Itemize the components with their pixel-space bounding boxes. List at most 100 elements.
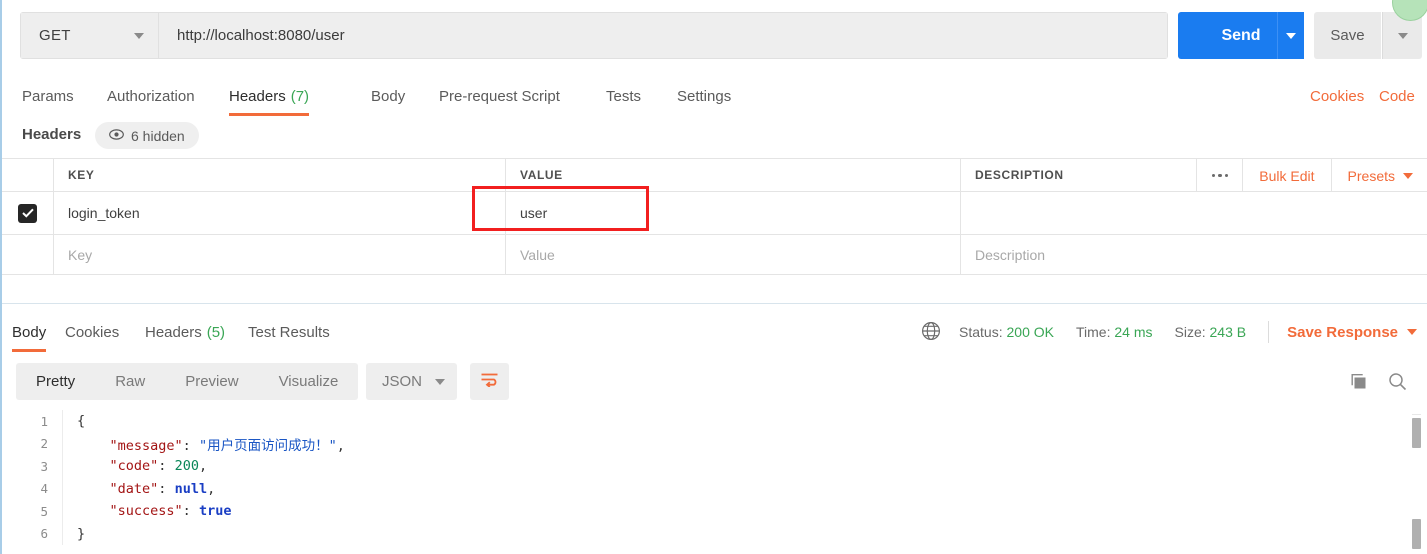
response-tab-cookies[interactable]: Cookies bbox=[65, 312, 119, 352]
new-value-input[interactable]: Value bbox=[506, 235, 961, 274]
code-token: , bbox=[207, 481, 215, 497]
presets-label: Presets bbox=[1348, 168, 1395, 184]
tab-authorization[interactable]: Authorization bbox=[107, 76, 195, 116]
copy-icon[interactable] bbox=[1349, 372, 1368, 391]
line-number: 5 bbox=[2, 504, 62, 519]
tab-params[interactable]: Params bbox=[22, 76, 74, 116]
presets-button[interactable]: Presets bbox=[1331, 159, 1427, 192]
hidden-headers-toggle[interactable]: 6 hidden bbox=[95, 122, 199, 149]
table-row-empty: Key Value Description bbox=[2, 235, 1427, 275]
tab-pre-request-script[interactable]: Pre-request Script bbox=[439, 76, 560, 116]
chevron-down-icon bbox=[1403, 173, 1413, 179]
link-cookies[interactable]: Cookies bbox=[1310, 76, 1364, 116]
view-mode-pretty[interactable]: Pretty bbox=[16, 363, 95, 400]
bulk-edit-button[interactable]: Bulk Edit bbox=[1242, 159, 1330, 192]
table-header-row: KEY VALUE DESCRIPTION Bulk Edit Presets bbox=[2, 159, 1427, 192]
tab-count-badge: (5) bbox=[207, 324, 225, 341]
tab-label: Headers bbox=[145, 324, 202, 341]
body-actions bbox=[1349, 363, 1407, 400]
table-row: login_token user bbox=[2, 192, 1427, 235]
line-number: 6 bbox=[2, 526, 62, 541]
code-text: "code": 200, bbox=[67, 458, 207, 474]
chevron-down-icon bbox=[1286, 33, 1296, 39]
row-checkbox-cell-empty bbox=[2, 235, 54, 274]
send-options-button[interactable] bbox=[1277, 12, 1304, 59]
new-description-input[interactable]: Description bbox=[961, 235, 1427, 274]
code-line: 3 "code": 200, bbox=[2, 455, 1427, 478]
code-token: : bbox=[183, 503, 199, 519]
word-wrap-icon bbox=[480, 372, 499, 392]
view-mode-visualize[interactable]: Visualize bbox=[259, 363, 359, 400]
code-token: : bbox=[158, 458, 174, 474]
response-time: Time: 24 ms bbox=[1076, 324, 1153, 340]
row-checkbox[interactable] bbox=[18, 204, 37, 223]
response-tab-body[interactable]: Body bbox=[12, 312, 46, 352]
save-response-button[interactable]: Save Response bbox=[1287, 324, 1417, 341]
new-key-placeholder: Key bbox=[68, 247, 92, 263]
header-description-input[interactable] bbox=[961, 192, 1427, 234]
view-mode-group: PrettyRawPreviewVisualize bbox=[16, 363, 358, 400]
tab-body[interactable]: Body bbox=[371, 76, 405, 116]
time-label: Time: bbox=[1076, 324, 1110, 340]
method-url-group: GET http://localhost:8080/user bbox=[20, 12, 1168, 59]
size-value: 243 B bbox=[1210, 324, 1247, 340]
scrollbar-thumb-secondary[interactable] bbox=[1412, 519, 1421, 549]
panel-divider[interactable] bbox=[2, 303, 1427, 304]
chevron-down-icon bbox=[1398, 33, 1408, 39]
response-tab-headers[interactable]: Headers (5) bbox=[145, 312, 225, 352]
view-mode-preview[interactable]: Preview bbox=[165, 363, 258, 400]
response-status-bar: Status: 200 OK Time: 24 ms Size: 243 B S… bbox=[921, 312, 1417, 352]
tab-label: Settings bbox=[677, 88, 731, 105]
code-token: "success" bbox=[110, 503, 183, 519]
url-input[interactable]: http://localhost:8080/user bbox=[159, 13, 1167, 58]
word-wrap-button[interactable] bbox=[470, 363, 509, 400]
search-icon[interactable] bbox=[1388, 372, 1407, 391]
tab-label: Headers bbox=[229, 88, 286, 105]
view-mode-raw[interactable]: Raw bbox=[95, 363, 165, 400]
code-text: } bbox=[67, 526, 85, 542]
header-value-input[interactable]: user bbox=[506, 192, 961, 234]
request-tab-bar: Params Authorization Headers(7) Body Pre-req… bbox=[2, 76, 1427, 116]
format-select[interactable]: JSON bbox=[366, 363, 457, 400]
code-line: 5 "success": true bbox=[2, 500, 1427, 523]
column-key-label: KEY bbox=[68, 168, 94, 182]
scrollbar-thumb[interactable] bbox=[1412, 418, 1421, 448]
new-key-input[interactable]: Key bbox=[54, 235, 506, 274]
new-description-placeholder: Description bbox=[975, 247, 1045, 263]
http-method-label: GET bbox=[39, 27, 71, 44]
tab-tests[interactable]: Tests bbox=[606, 76, 641, 116]
code-token bbox=[77, 503, 110, 519]
column-header-key: KEY bbox=[54, 159, 506, 191]
link-code[interactable]: Code bbox=[1379, 76, 1415, 116]
response-body-toolbar: PrettyRawPreviewVisualize JSON bbox=[2, 358, 1427, 410]
code-token bbox=[77, 458, 110, 474]
code-token: null bbox=[175, 481, 208, 497]
tab-label: Tests bbox=[606, 88, 641, 105]
new-value-placeholder: Value bbox=[520, 247, 555, 263]
code-token: "code" bbox=[110, 458, 159, 474]
status-label: Status: bbox=[959, 324, 1003, 340]
response-tab-test-results[interactable]: Test Results bbox=[248, 312, 330, 352]
save-button-label: Save bbox=[1330, 27, 1364, 44]
tab-label: Body bbox=[12, 324, 46, 341]
chevron-down-icon bbox=[134, 33, 144, 39]
tab-label: Test Results bbox=[248, 324, 330, 341]
code-token bbox=[77, 481, 110, 497]
http-method-select[interactable]: GET bbox=[21, 13, 159, 58]
code-text: { bbox=[67, 413, 85, 429]
row-checkbox-cell bbox=[2, 192, 54, 234]
time-value: 24 ms bbox=[1114, 324, 1152, 340]
headers-label-row: Headers 6 hidden bbox=[2, 116, 1427, 158]
response-body-code[interactable]: 1{2 "message": "用户页面访问成功！",3 "code": 200… bbox=[2, 410, 1427, 554]
more-options-icon[interactable] bbox=[1196, 159, 1242, 192]
status-code: Status: 200 OK bbox=[959, 324, 1054, 340]
save-button[interactable]: Save bbox=[1314, 12, 1381, 59]
header-key-input[interactable]: login_token bbox=[54, 192, 506, 234]
tab-headers[interactable]: Headers(7) bbox=[229, 76, 309, 116]
chevron-down-icon bbox=[435, 379, 445, 385]
save-response-label: Save Response bbox=[1287, 324, 1398, 341]
code-token bbox=[77, 438, 110, 454]
tab-settings[interactable]: Settings bbox=[677, 76, 731, 116]
body-scrollbar[interactable] bbox=[1412, 414, 1421, 548]
code-line: 4 "date": null, bbox=[2, 478, 1427, 501]
